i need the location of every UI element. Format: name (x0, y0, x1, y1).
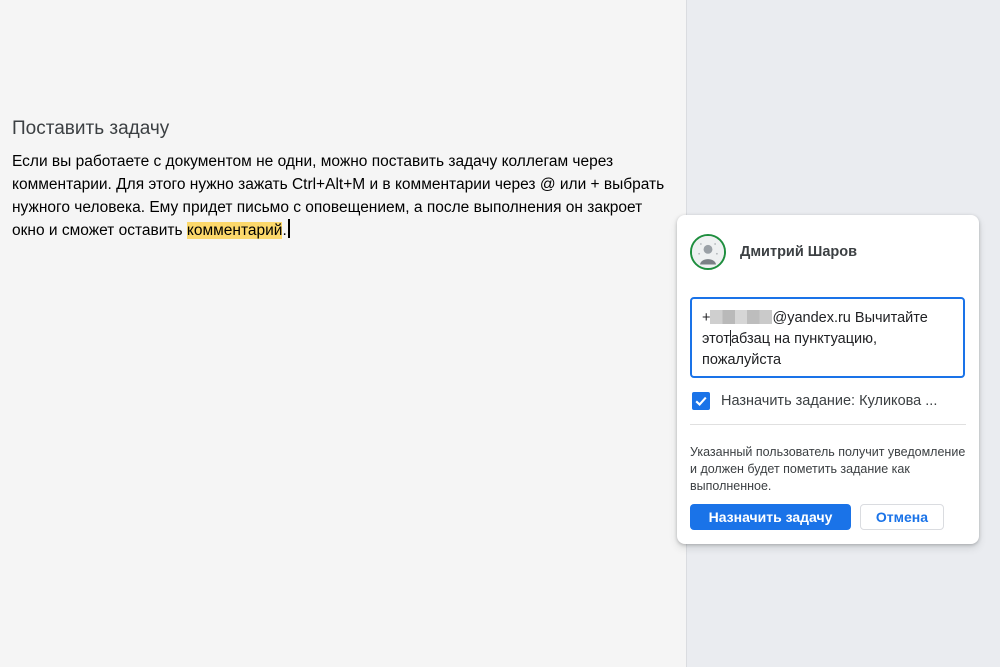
paragraph-text: Если вы работаете с документом не одни, … (12, 153, 665, 239)
assign-task-button[interactable]: Назначить задачу (690, 504, 851, 530)
document-heading: Поставить задачу (12, 118, 170, 139)
assign-checkbox[interactable] (692, 392, 710, 410)
comment-author-name: Дмитрий Шаров (740, 244, 858, 260)
cancel-button[interactable]: Отмена (860, 504, 944, 530)
assign-label[interactable]: Назначить задание: Куликова ... (721, 393, 961, 409)
input-text-part: абзац на пунктуацию, (730, 331, 878, 347)
checkmark-icon (695, 396, 707, 407)
document-page: Поставить задачу Если вы работаете с док… (0, 0, 686, 667)
mention-prefix: + (702, 310, 711, 326)
paragraph-end: . (282, 222, 287, 239)
mention-email: @yandex.ru Вычитайте (772, 310, 928, 326)
card-divider (690, 424, 966, 425)
highlighted-text[interactable]: комментарий (186, 222, 283, 239)
comment-input[interactable]: + @yandex.ru Вычитайте этотабзац на пункт… (690, 297, 965, 378)
assign-info-text: Указанный пользователь получит уведомлен… (690, 445, 966, 493)
user-avatar-icon (690, 234, 726, 270)
comment-card: Дмитрий Шаров + @yandex.ru Вычитайте этот… (677, 215, 979, 544)
input-text-part: этот (702, 331, 730, 347)
blurred-username (710, 310, 773, 324)
assign-task-row[interactable]: Назначить задание: Куликова ... (692, 391, 962, 411)
input-text-part: пожалуйста (702, 352, 782, 368)
text-cursor (287, 219, 290, 238)
document-paragraph[interactable]: Если вы работаете с документом не одни, … (12, 150, 672, 242)
